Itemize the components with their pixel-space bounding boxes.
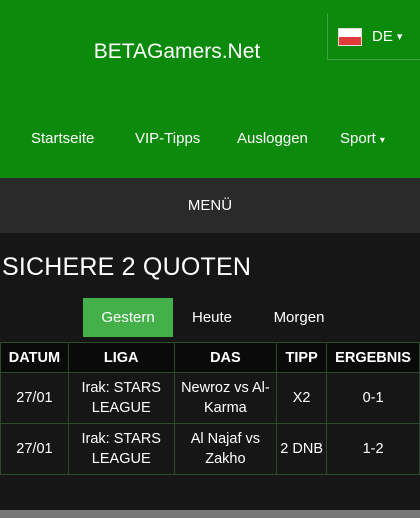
table-row: 27/01 Irak: STARS LEAGUE Al Najaf vs Zak…: [0, 423, 420, 475]
cell-datum: 27/01: [0, 423, 69, 475]
cell-liga: Irak: STARS LEAGUE: [67, 372, 175, 424]
tab-heute[interactable]: Heute: [173, 298, 251, 337]
table-header-row: DATUM LIGA DAS TIPP ERGEBNIS: [0, 342, 420, 373]
nav-sport-label: Sport: [340, 130, 376, 147]
table-row: 27/01 Irak: STARS LEAGUE Newroz vs Al-Ka…: [0, 372, 420, 424]
site-header: BETAGamers.Net DE ▾ Startseite VIP-Tipps…: [0, 0, 420, 178]
cell-datum: 27/01: [0, 372, 69, 424]
cell-tipp: 2 DNB: [276, 423, 328, 475]
day-tabs: Gestern Heute Morgen: [83, 298, 347, 337]
nav-ausloggen[interactable]: Ausloggen: [237, 130, 308, 147]
tab-morgen[interactable]: Morgen: [251, 298, 347, 337]
cell-das: Newroz vs Al-Karma: [173, 372, 278, 424]
chevron-down-icon: ▾: [396, 31, 403, 43]
col-datum: DATUM: [0, 342, 69, 373]
cell-ergebnis: 1-2: [326, 423, 420, 475]
language-label: DE: [372, 28, 393, 45]
tab-gestern[interactable]: Gestern: [83, 298, 173, 337]
tips-table: DATUM LIGA DAS TIPP ERGEBNIS 27/01 Irak:…: [0, 342, 420, 475]
nav-vip-tipps[interactable]: VIP-Tipps: [135, 130, 200, 147]
page-title: SICHERE 2 QUOTEN: [2, 253, 252, 281]
col-ergebnis: ERGEBNIS: [326, 342, 420, 373]
site-brand[interactable]: BETAGamers.Net: [0, 40, 354, 64]
cell-liga: Irak: STARS LEAGUE: [67, 423, 175, 475]
bottom-scrollbar[interactable]: [0, 510, 420, 518]
cell-das: Al Najaf vs Zakho: [173, 423, 278, 475]
menu-toggle[interactable]: MENÜ: [0, 178, 420, 233]
nav-sport[interactable]: Sport ▾: [340, 130, 385, 147]
col-das: DAS: [173, 342, 278, 373]
main-nav: Startseite VIP-Tipps Ausloggen Sport ▾: [0, 126, 420, 154]
col-tipp: TIPP: [276, 342, 328, 373]
cell-tipp: X2: [276, 372, 328, 424]
language-selector[interactable]: DE ▾: [327, 14, 420, 60]
col-liga: LIGA: [67, 342, 175, 373]
nav-startseite[interactable]: Startseite: [31, 130, 94, 147]
chevron-down-icon: ▾: [379, 135, 385, 146]
flag-icon: [338, 27, 362, 46]
cell-ergebnis: 0-1: [326, 372, 420, 424]
